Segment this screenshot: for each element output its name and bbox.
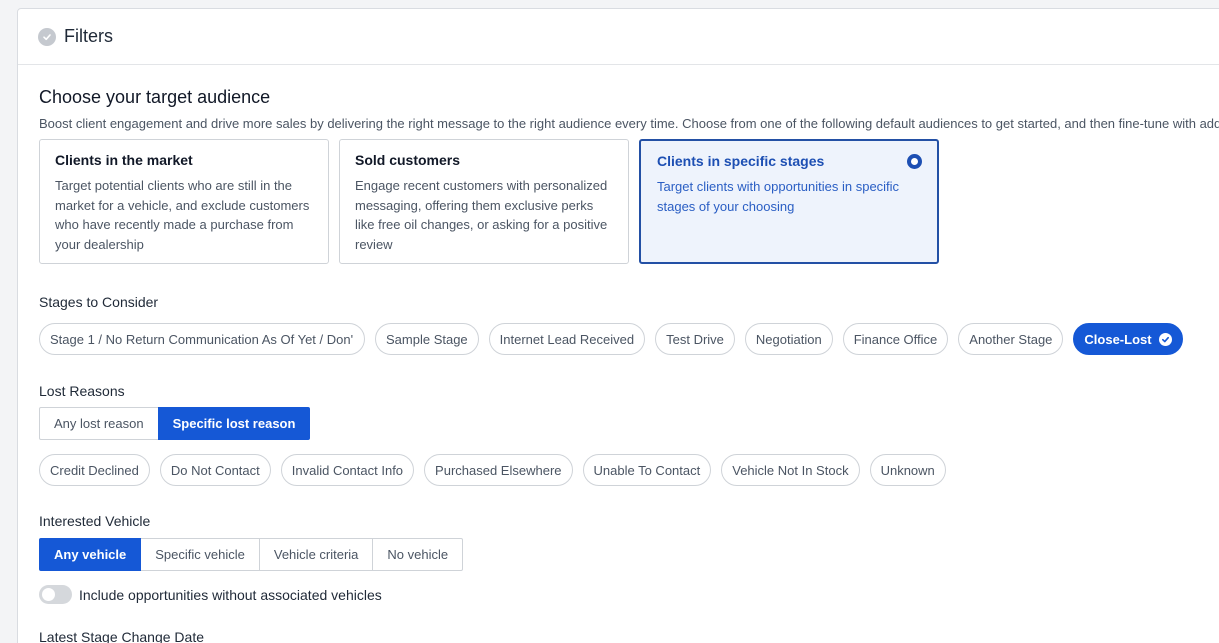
audience-card-sold[interactable]: Sold customers Engage recent customers w…: [339, 139, 629, 264]
card-body: Engage recent customers with personalize…: [355, 178, 608, 252]
card-body: Target clients with opportunities in spe…: [657, 179, 900, 214]
lost-reason-chip[interactable]: Purchased Elsewhere: [424, 454, 573, 486]
stage-chip[interactable]: Test Drive: [655, 323, 735, 355]
card-title: Clients in the market: [55, 152, 193, 168]
audience-card-in-market[interactable]: Clients in the market Target potential c…: [39, 139, 329, 264]
include-no-vehicle-row: Include opportunities without associated…: [39, 585, 1219, 604]
audience-description: Boost client engagement and drive more s…: [39, 116, 1219, 131]
lost-reason-mode-toggle: Any lost reason Specific lost reason: [39, 407, 311, 440]
any-vehicle-button[interactable]: Any vehicle: [39, 538, 142, 571]
include-no-vehicle-toggle[interactable]: [39, 585, 72, 604]
stages-label: Stages to Consider: [39, 294, 159, 310]
stage-chip[interactable]: Internet Lead Received: [488, 323, 646, 355]
lost-reason-chip[interactable]: Vehicle Not In Stock: [721, 454, 860, 486]
stage-chip[interactable]: Another Stage: [958, 323, 1064, 355]
card-body: Target potential clients who are still i…: [55, 178, 310, 252]
panel-title: Filters: [64, 26, 113, 46]
audience-heading: Choose your target audience: [39, 87, 271, 107]
no-vehicle-button[interactable]: No vehicle: [372, 538, 464, 571]
audience-card-specific-stages[interactable]: Clients in specific stages Target client…: [639, 139, 939, 264]
specific-lost-reason-button[interactable]: Specific lost reason: [157, 407, 311, 440]
lost-reason-chips: Credit Declined Do Not Contact Invalid C…: [39, 454, 1219, 486]
filters-panel: Filters Choose your target audience Boos…: [17, 8, 1219, 643]
toggle-knob: [42, 588, 55, 601]
stage-chip[interactable]: Sample Stage: [375, 323, 479, 355]
radio-selected-icon[interactable]: [907, 154, 922, 169]
lost-reason-chip[interactable]: Invalid Contact Info: [280, 454, 415, 486]
lost-reason-chip[interactable]: Credit Declined: [39, 454, 150, 486]
check-icon: [1158, 332, 1172, 346]
stage-chip[interactable]: Stage 1 / No Return Communication As Of …: [39, 323, 365, 355]
stage-chip-label: Close-Lost: [1084, 331, 1152, 347]
card-title: Clients in specific stages: [657, 153, 825, 169]
stage-chips: Stage 1 / No Return Communication As Of …: [39, 323, 1219, 355]
lost-reason-chip[interactable]: Unable To Contact: [582, 454, 712, 486]
lost-reason-chip[interactable]: Do Not Contact: [159, 454, 271, 486]
include-no-vehicle-label: Include opportunities without associated…: [79, 586, 382, 603]
lost-reasons-label: Lost Reasons: [39, 383, 125, 399]
audience-cards: Clients in the market Target potential c…: [39, 139, 1219, 264]
latest-stage-change-label: Latest Stage Change Date: [39, 629, 205, 643]
vehicle-criteria-button[interactable]: Vehicle criteria: [258, 538, 374, 571]
specific-vehicle-button[interactable]: Specific vehicle: [140, 538, 260, 571]
stage-chip[interactable]: Finance Office: [842, 323, 949, 355]
interested-vehicle-label: Interested Vehicle: [39, 513, 151, 529]
any-lost-reason-button[interactable]: Any lost reason: [39, 407, 159, 440]
check-circle-icon: [38, 27, 56, 46]
filters-header[interactable]: Filters: [18, 9, 1219, 65]
vehicle-mode-toggle: Any vehicle Specific vehicle Vehicle cri…: [39, 538, 464, 571]
lost-reason-chip[interactable]: Unknown: [869, 454, 946, 486]
stage-chip-selected[interactable]: Close-Lost: [1073, 323, 1183, 355]
card-title: Sold customers: [355, 152, 461, 168]
stage-chip[interactable]: Negotiation: [744, 323, 833, 355]
